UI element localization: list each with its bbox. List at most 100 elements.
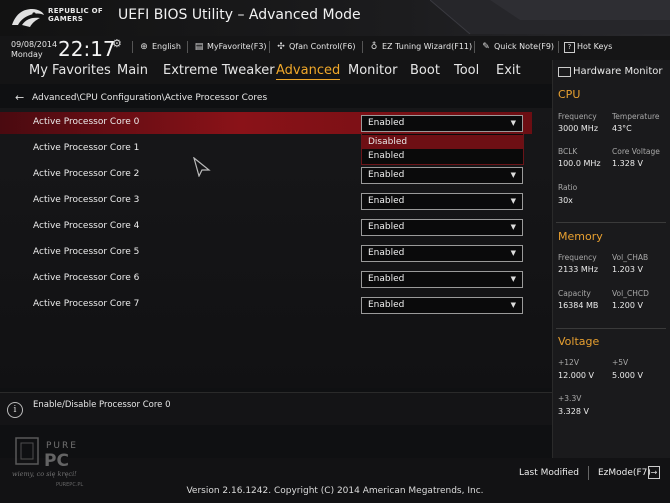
- setting-label: Active Processor Core 0: [33, 117, 140, 127]
- core-7-select[interactable]: Enabled ▼: [361, 297, 523, 314]
- ratio-value: 30x: [558, 196, 573, 205]
- header-decoration: [430, 0, 670, 34]
- version-text: Version 2.16.1242. Copyright (C) 2014 Am…: [186, 486, 484, 496]
- bclk-label: BCLK: [558, 147, 578, 156]
- cpu-frequency-value: 3000 MHz: [558, 124, 599, 133]
- vol-chcd-label: Vol_CHCD: [612, 289, 649, 298]
- setting-label: Active Processor Core 1: [33, 143, 140, 153]
- dropdown-arrow-icon: ▼: [510, 275, 516, 283]
- dropdown-arrow-icon: ▼: [510, 223, 516, 231]
- exit-arrow-icon[interactable]: →: [648, 466, 660, 479]
- tab-main[interactable]: Main: [117, 63, 148, 78]
- clock: 22:17: [58, 37, 116, 61]
- globe-icon: ⊕: [140, 42, 148, 52]
- core-4-select[interactable]: Enabled ▼: [361, 219, 523, 236]
- setting-row-core-3[interactable]: Active Processor Core 3 Enabled ▼: [0, 190, 532, 212]
- dropdown-arrow-icon: ▼: [510, 119, 516, 127]
- cpu-heading: CPU: [558, 88, 581, 101]
- core-2-select[interactable]: Enabled ▼: [361, 167, 523, 184]
- divider: [556, 222, 666, 223]
- tab-extreme-tweaker[interactable]: Extreme Tweaker: [163, 63, 275, 78]
- app-title: UEFI BIOS Utility – Advanced Mode: [118, 7, 361, 23]
- wizard-icon: ♁: [370, 42, 378, 52]
- setting-row-core-5[interactable]: Active Processor Core 5 Enabled ▼: [0, 242, 532, 264]
- ezmode-button[interactable]: EzMode(F7): [598, 468, 651, 478]
- quick-note-button[interactable]: ✎ Quick Note(F9): [480, 40, 554, 54]
- option-enabled[interactable]: Enabled: [362, 149, 523, 163]
- core-3-select[interactable]: Enabled ▼: [361, 193, 523, 210]
- tab-monitor[interactable]: Monitor: [348, 63, 397, 78]
- back-arrow-icon[interactable]: ←: [15, 91, 24, 104]
- day-text: Monday: [11, 50, 43, 59]
- separator: [362, 41, 363, 53]
- myfavorite-button[interactable]: ▤ MyFavorite(F3): [193, 40, 267, 54]
- core-6-select[interactable]: Enabled ▼: [361, 271, 523, 288]
- separator: [187, 41, 188, 53]
- v5-label: +5V: [612, 358, 629, 367]
- mouse-cursor-icon: [193, 157, 211, 177]
- separator: [269, 41, 270, 53]
- memory-frequency-label: Frequency: [558, 253, 597, 262]
- fan-icon: ✣: [277, 42, 285, 52]
- tab-boot[interactable]: Boot: [410, 63, 440, 78]
- memory-frequency-value: 2133 MHz: [558, 265, 599, 274]
- info-icon: i: [7, 402, 23, 418]
- dropdown-arrow-icon: ▼: [510, 301, 516, 309]
- setting-label: Active Processor Core 3: [33, 195, 140, 205]
- option-disabled[interactable]: Disabled: [362, 135, 523, 149]
- divider: [556, 328, 666, 329]
- cpu-temperature-label: Temperature: [612, 112, 660, 121]
- svg-text:PURE: PURE: [46, 441, 78, 451]
- brand-text: REPUBLIC OF GAMERS: [48, 7, 103, 23]
- svg-text:wiemy, co się kręci!: wiemy, co się kręci!: [12, 470, 77, 478]
- core-voltage-value: 1.328 V: [612, 159, 643, 168]
- bclk-value: 100.0 MHz: [558, 159, 601, 168]
- setting-row-core-4[interactable]: Active Processor Core 4 Enabled ▼: [0, 216, 532, 238]
- separator: [474, 41, 475, 53]
- v12-label: +12V: [558, 358, 579, 367]
- qfan-control-button[interactable]: ✣ Qfan Control(F6): [275, 40, 355, 54]
- separator: [558, 41, 559, 53]
- v5-value: 5.000 V: [612, 371, 643, 380]
- setting-label: Active Processor Core 7: [33, 299, 140, 309]
- breadcrumb: Advanced\CPU Configuration\Active Proces…: [32, 93, 268, 103]
- help-text: Enable/Disable Processor Core 0: [33, 400, 171, 410]
- setting-label: Active Processor Core 2: [33, 169, 140, 179]
- dropdown-arrow-icon: ▼: [510, 197, 516, 205]
- dropdown-arrow-icon: ▼: [510, 171, 516, 179]
- svg-text:PC: PC: [44, 451, 69, 471]
- setting-label: Active Processor Core 6: [33, 273, 140, 283]
- language-button[interactable]: ⊕ English: [138, 40, 181, 54]
- cpu-frequency-label: Frequency: [558, 112, 597, 121]
- ratio-label: Ratio: [558, 183, 578, 192]
- cpu-temperature-value: 43°C: [612, 124, 632, 133]
- setting-row-core-0[interactable]: Active Processor Core 0 Enabled ▼: [0, 112, 532, 134]
- setting-row-core-7[interactable]: Active Processor Core 7 Enabled ▼: [0, 294, 532, 316]
- gear-icon[interactable]: ⚙: [112, 37, 122, 50]
- tab-my-favorites[interactable]: My Favorites: [29, 63, 111, 78]
- tab-advanced[interactable]: Advanced: [276, 63, 341, 80]
- date-text: 09/08/2014: [11, 40, 58, 49]
- core-0-dropdown-list: Disabled Enabled: [361, 133, 524, 165]
- vol-chab-label: Vol_CHAB: [612, 253, 649, 262]
- tab-exit[interactable]: Exit: [496, 63, 521, 78]
- last-modified-button[interactable]: Last Modified: [519, 468, 579, 478]
- date-display: 09/08/2014 Monday: [11, 40, 57, 60]
- setting-label: Active Processor Core 5: [33, 247, 140, 257]
- tab-tool[interactable]: Tool: [454, 63, 479, 78]
- core-voltage-label: Core Voltage: [612, 147, 660, 156]
- ez-tuning-wizard-button[interactable]: ♁ EZ Tuning Wizard(F11): [368, 40, 472, 54]
- note-icon: ✎: [482, 42, 490, 52]
- v12-value: 12.000 V: [558, 371, 595, 380]
- separator: [132, 41, 133, 53]
- vol-chcd-value: 1.200 V: [612, 301, 643, 310]
- setting-row-core-2[interactable]: Active Processor Core 2 Enabled ▼: [0, 164, 532, 186]
- hot-keys-button[interactable]: ? Hot Keys: [564, 40, 612, 54]
- monitor-icon: [558, 67, 571, 77]
- setting-row-core-6[interactable]: Active Processor Core 6 Enabled ▼: [0, 268, 532, 290]
- separator: [588, 466, 589, 480]
- core-5-select[interactable]: Enabled ▼: [361, 245, 523, 262]
- capacity-value: 16384 MB: [558, 301, 599, 310]
- core-0-select[interactable]: Enabled ▼: [361, 115, 523, 132]
- purepc-watermark-logo: PURE PC wiemy, co się kręci! PUREPC.PL: [12, 437, 83, 488]
